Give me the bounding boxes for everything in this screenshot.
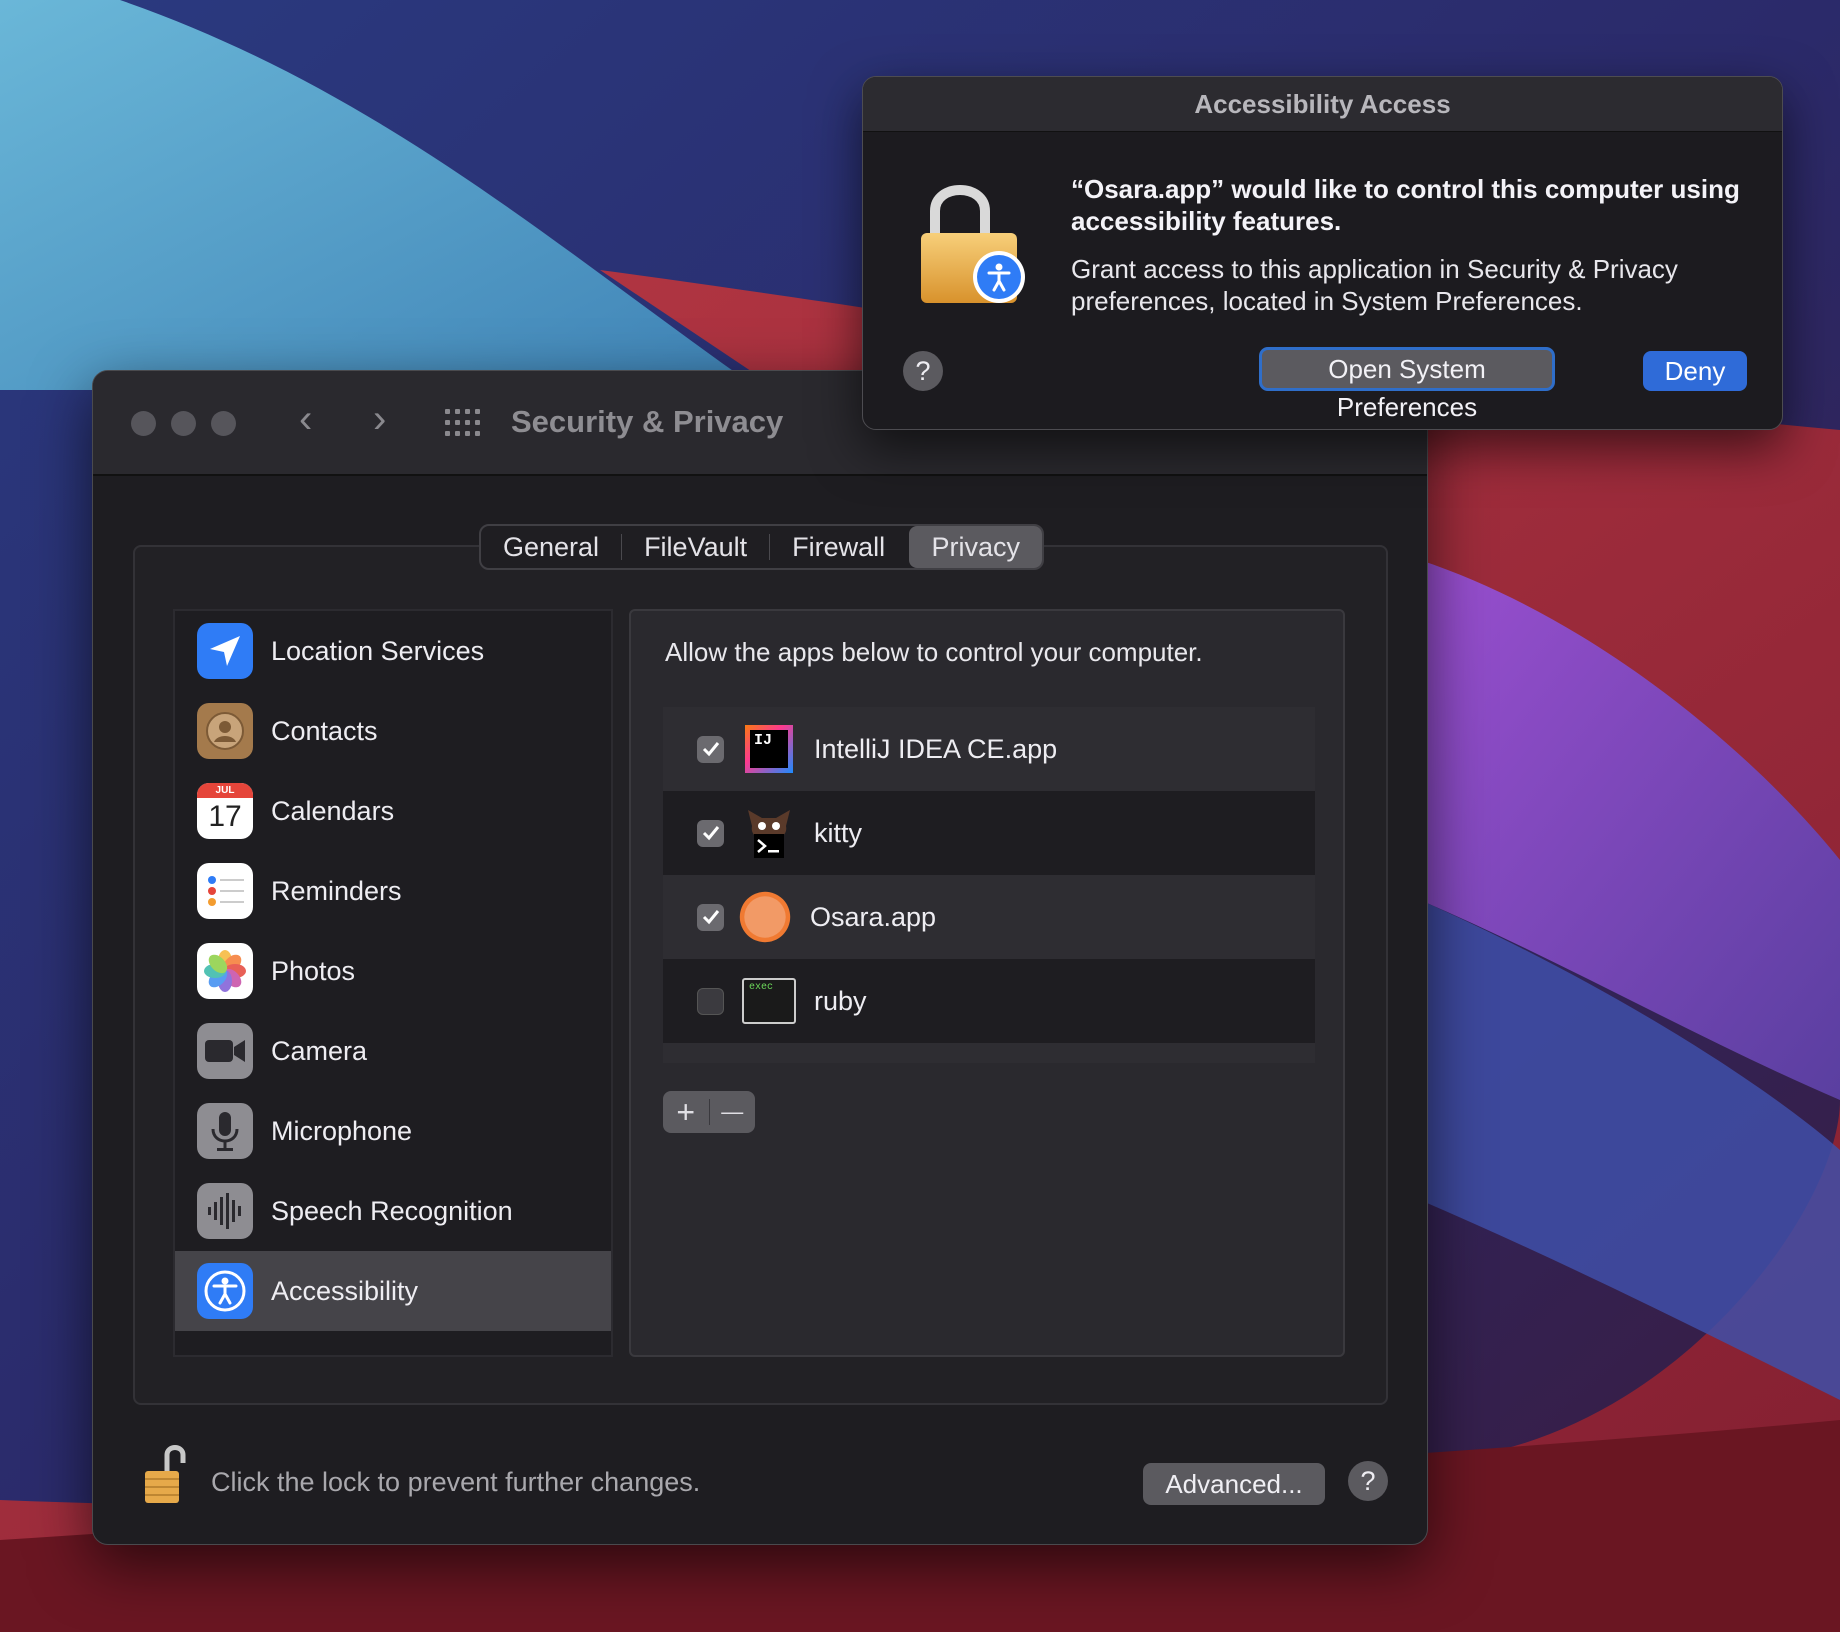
accessibility-icon [197,1263,253,1319]
tab-privacy[interactable]: Privacy [909,526,1042,568]
lock-hint-text: Click the lock to prevent further change… [211,1467,701,1497]
lock-accessibility-icon [915,175,1035,315]
app-checkbox-osara[interactable] [697,903,724,931]
sidebar-item-label: Photos [271,955,356,986]
sidebar-item-microphone[interactable]: Microphone [175,1091,611,1171]
close-window-button[interactable] [131,411,156,436]
open-system-preferences-button[interactable]: Open System Preferences [1259,347,1555,422]
window-title: Security & Privacy [511,404,784,439]
sidebar-item-calendars[interactable]: JUL 17 Calendars [175,771,611,851]
sidebar-item-label: Accessibility [271,1275,419,1306]
tab-firewall[interactable]: Firewall [770,526,907,568]
dialog-help-button[interactable]: ? [903,351,943,391]
unlocked-padlock-icon[interactable] [141,1441,191,1507]
privacy-category-list: Location Services Contacts JUL 17 Calend… [173,609,613,1357]
calendar-month: JUL [197,783,253,798]
sidebar-item-reminders[interactable]: Reminders [175,851,611,931]
sidebar-item-speech-recognition[interactable]: Speech Recognition [175,1171,611,1251]
list-item-osara: Osara.app [663,875,1315,959]
sidebar-item-label: Reminders [271,875,402,906]
sidebar-item-label: Calendars [271,795,395,826]
accessibility-access-dialog: Accessibility Access “Osara.app” would l… [862,76,1783,430]
app-checkbox-kitty[interactable] [697,819,724,847]
app-name: ruby [814,985,867,1016]
contacts-icon [197,703,253,759]
terminal-exec-icon: exec [742,974,796,1028]
list-item-partial [663,1043,1315,1063]
sidebar-item-label: Location Services [271,635,485,666]
camera-icon [197,1023,253,1079]
microphone-icon [197,1103,253,1159]
app-name: kitty [814,817,863,848]
tab-general[interactable]: General [481,526,621,568]
add-app-button[interactable]: + [663,1091,709,1133]
accessibility-panel: Allow the apps below to control your com… [629,609,1345,1357]
dialog-headline: “Osara.app” would like to control this c… [1071,174,1740,236]
photos-icon [197,943,253,999]
sidebar-item-label: Contacts [271,715,378,746]
deny-button[interactable]: Deny [1643,351,1747,391]
sidebar-item-label: Microphone [271,1115,413,1146]
sidebar-item-camera[interactable]: Camera [175,1011,611,1091]
help-button[interactable]: ? [1348,1461,1388,1501]
list-item-intellij: IJ IntelliJ IDEA CE.app [663,707,1315,791]
calendar-icon: JUL 17 [197,783,253,839]
calendar-day: 17 [208,800,242,833]
forward-icon[interactable]: › [373,399,386,439]
dialog-titlebar: Accessibility Access [863,77,1782,132]
show-all-grid-icon[interactable] [445,409,483,437]
dialog-title: Accessibility Access [1194,89,1451,119]
location-icon [197,623,253,679]
sidebar-item-photos[interactable]: Photos [175,931,611,1011]
back-icon[interactable]: ‹ [299,399,312,439]
app-list[interactable]: IJ IntelliJ IDEA CE.app kitty Osara.app … [663,707,1315,1063]
zoom-window-button[interactable] [211,411,236,436]
sidebar-item-label: Speech Recognition [271,1195,513,1226]
minimize-window-button[interactable] [171,411,196,436]
app-name: IntelliJ IDEA CE.app [814,733,1058,764]
intellij-icon-text: IJ [750,730,788,768]
speech-icon [197,1183,253,1239]
sidebar-item-accessibility[interactable]: Accessibility [175,1251,611,1331]
osara-icon [738,890,792,944]
partial-app-icon [742,1058,796,1063]
intellij-icon: IJ [742,722,796,776]
exec-label: exec [742,978,796,1024]
remove-app-button[interactable]: — [710,1091,756,1133]
sidebar-item-contacts[interactable]: Contacts [175,691,611,771]
sidebar-item-location-services[interactable]: Location Services [175,611,611,691]
add-remove-control: + — [663,1091,755,1133]
app-name: Osara.app [810,901,937,932]
app-checkbox-intellij[interactable] [697,735,724,763]
tab-bar: General FileVault Firewall Privacy [479,524,1044,570]
tab-filevault[interactable]: FileVault [622,526,769,568]
security-privacy-window: ‹ › Security & Privacy General FileVault… [92,370,1428,1545]
panel-description: Allow the apps below to control your com… [665,637,1203,667]
sidebar-item-label: Camera [271,1035,368,1066]
list-item-ruby: exec ruby [663,959,1315,1043]
dialog-message: Grant access to this application in Secu… [1071,254,1678,316]
list-item-kitty: kitty [663,791,1315,875]
app-checkbox-ruby[interactable] [697,987,724,1015]
reminders-icon [197,863,253,919]
kitty-icon [742,806,796,860]
advanced-button[interactable]: Advanced... [1143,1463,1325,1505]
